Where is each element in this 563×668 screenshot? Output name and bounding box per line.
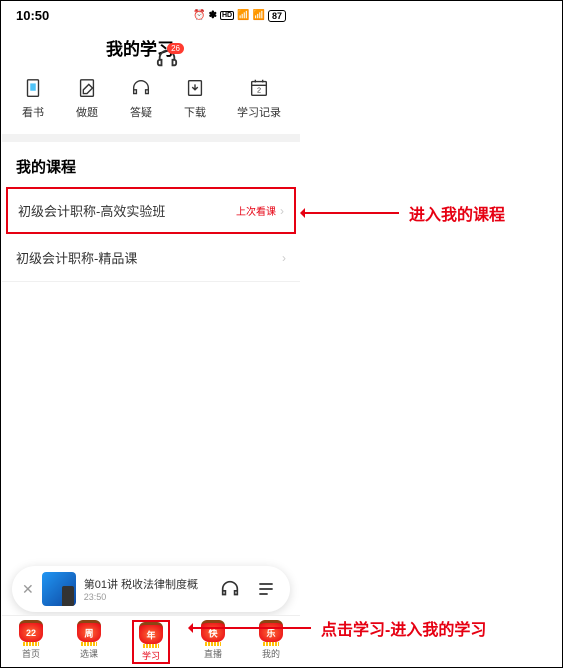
player-time: 23:50 [84,592,208,602]
course-item[interactable]: 初级会计职称-高效实验班 上次看课 › [6,187,296,234]
status-time: 10:50 [16,8,49,23]
player-info: 第01讲 税收法律制度概 23:50 [84,576,208,602]
headphone-play-icon [219,578,241,600]
divider [2,134,300,142]
close-icon[interactable]: ✕ [22,581,34,598]
annotation-text: 点击学习-进入我的学习 [321,616,486,640]
nav-tab-label: 下载 [184,104,206,120]
course-name: 初级会计职称-精品课 [16,248,137,267]
annotation-text: 进入我的课程 [409,201,505,225]
bottom-nav-label: 我的 [262,647,280,660]
nav-tab-download[interactable]: 下载 [183,76,207,120]
nav-tab-qa[interactable]: 答疑 [129,76,153,120]
nav-tab-book[interactable]: 看书 [21,76,45,120]
course-tag: 上次看课 [236,203,276,218]
bottom-nav-study[interactable]: 年 学习 [132,620,170,664]
bottom-nav-label: 选课 [80,647,98,660]
bottom-nav-label: 学习 [142,649,160,662]
bottom-nav-home[interactable]: 22 首页 [16,620,46,664]
annotation-course: 进入我的课程 [303,201,505,225]
nav-tabs: 看书 做题 答疑 下载 2 学习记录 [2,68,300,134]
course-list: 初级会计职称-高效实验班 上次看课 › 初级会计职称-精品课 › [2,187,300,282]
arrow-icon [191,627,311,629]
bottom-nav-select[interactable]: 周 选课 [74,620,104,664]
course-item[interactable]: 初级会计职称-精品课 › [2,234,300,282]
nav-tab-label: 看书 [22,104,44,120]
page-header: 我的学习 26 [2,25,300,68]
course-name: 初级会计职称-高效实验班 [18,201,165,220]
chevron-right-icon: › [280,204,284,218]
player-title: 第01讲 税收法律制度概 [84,576,208,592]
support-button[interactable]: 26 [156,47,178,69]
status-bar: 10:50 ⏰ ✽ HD 📶 📶 87 [2,2,300,25]
book-icon [21,76,45,100]
mini-player[interactable]: ✕ 第01讲 税收法律制度概 23:50 [12,566,290,612]
bluetooth-icon: ✽ [209,10,217,21]
download-icon [183,76,207,100]
nav-tab-label: 做题 [76,104,98,120]
playlist-button[interactable] [252,575,280,603]
play-button[interactable] [216,575,244,603]
status-icons: ⏰ ✽ HD 📶 📶 87 [193,10,286,22]
nav-tab-label: 学习记录 [237,104,281,120]
player-thumbnail [42,572,76,606]
svg-text:2: 2 [257,86,261,95]
bottom-nav-label: 首页 [22,647,40,660]
headphone-icon [129,76,153,100]
nav-tab-exercise[interactable]: 做题 [75,76,99,120]
pencil-icon [75,76,99,100]
hd-icon: HD [220,11,234,20]
battery-icon: 87 [268,10,286,22]
nav-tab-record[interactable]: 2 学习记录 [237,76,281,120]
annotation-bottom: 点击学习-进入我的学习 [191,616,486,640]
bottom-nav-label: 直播 [204,647,222,660]
wifi-icon: 📶 [253,10,265,21]
alarm-icon: ⏰ [193,10,205,21]
calendar-icon: 2 [247,76,271,100]
notification-badge: 26 [167,43,184,54]
list-icon [256,579,276,599]
section-title: 我的课程 [2,142,300,187]
signal-icon: 📶 [237,10,249,21]
chevron-right-icon: › [282,251,286,265]
nav-tab-label: 答疑 [130,104,152,120]
arrow-icon [303,212,399,214]
